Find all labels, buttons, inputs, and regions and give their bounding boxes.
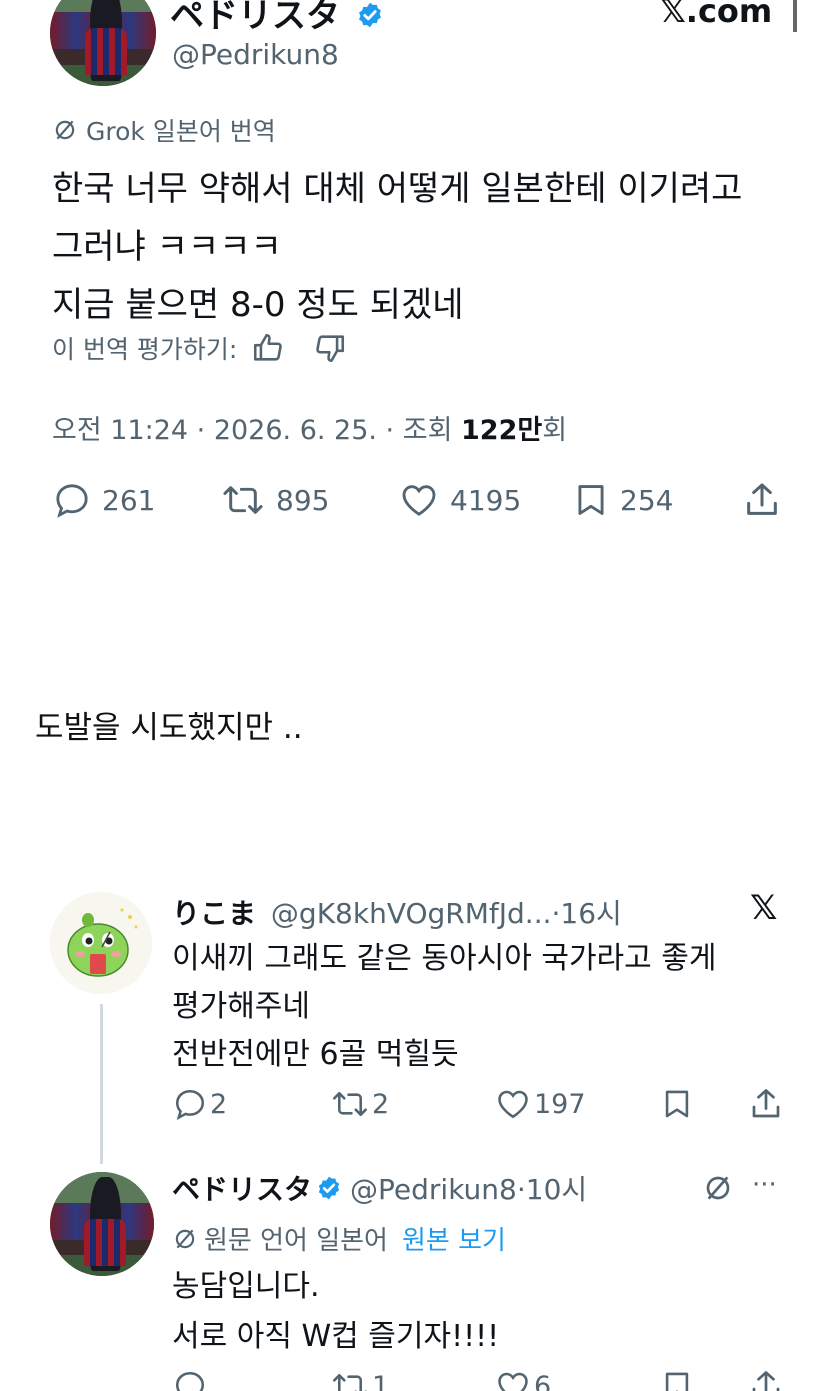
translation-label: Grok 일본어 번역 (52, 112, 276, 148)
view-suffix: 회 (542, 415, 568, 446)
avatar[interactable] (50, 1172, 154, 1276)
avatar[interactable] (50, 892, 152, 994)
reply-icon (175, 1089, 205, 1121)
bookmark-icon (665, 1372, 689, 1391)
translate-icon[interactable] (702, 1172, 734, 1204)
heart-icon (498, 1090, 528, 1119)
translation-label-text: Grok 일본어 번역 (86, 117, 276, 146)
share-icon (747, 483, 777, 515)
more-options-button[interactable]: ··· (752, 1170, 777, 1200)
reply-line: 평가해주네 (172, 989, 310, 1024)
avatar[interactable] (50, 0, 156, 86)
retweet-icon (333, 1092, 367, 1116)
caption: 도발을 시도했지만 .. (35, 710, 303, 746)
bookmark-button[interactable] (660, 1086, 694, 1122)
like-button[interactable]: 4195 (398, 480, 521, 520)
like-button[interactable]: 6 (494, 1368, 551, 1391)
like-count: 6 (534, 1370, 552, 1391)
bookmark-count: 254 (620, 483, 674, 517)
bookmark-icon (665, 1090, 689, 1118)
reply-button[interactable]: 2 (172, 1086, 227, 1122)
reply-line: 서로 아직 W컵 즐기자!!!! (172, 1319, 500, 1354)
rate-translation: 이 번역 평가하기: (52, 330, 347, 366)
bookmark-button[interactable]: 254 (572, 480, 673, 520)
reply-button[interactable]: 261 (52, 480, 155, 520)
reply-line: 이새끼 그래도 같은 동아시아 국가라고 좋게 (172, 941, 717, 976)
site-logo: 𝕏.com (660, 0, 773, 30)
reply-line: 전반전에만 6골 먹힐듯 (172, 1037, 459, 1072)
translate-icon (175, 1229, 195, 1248)
bookmark-icon (578, 485, 604, 515)
reply-header: りこま @gK8khVOgRMfJd...·16시 (172, 892, 622, 932)
bookmark-button[interactable] (660, 1368, 694, 1391)
like-button[interactable]: 197 (494, 1086, 586, 1122)
display-name-text: ペドリスタ (170, 0, 340, 36)
lang-label-text: 원문 언어 일본어 (204, 1226, 388, 1256)
tweet-line: 지금 붙으면 8-0 정도 되겠네 (52, 285, 464, 325)
reply-text: 농담입니다. 서로 아직 W컵 즐기자!!!! (172, 1262, 499, 1362)
reply-header: ペドリスタ @Pedrikun8·10시 (172, 1168, 587, 1208)
lang-label: 원문 언어 일본어 원본 보기 (172, 1220, 506, 1257)
retweet-button[interactable]: 1 (330, 1368, 389, 1391)
share-button[interactable] (748, 1368, 784, 1391)
divider (793, 0, 797, 32)
thread-line (100, 1004, 103, 1164)
tweet-line: 한국 너무 약해서 대체 어떻게 일본한테 이기려고 (52, 169, 743, 209)
share-icon (752, 1371, 780, 1391)
x-logo-icon: 𝕏 (750, 888, 778, 928)
retweet-icon (333, 1374, 367, 1391)
view-count: 122만 (461, 415, 543, 446)
reply-count: 261 (102, 483, 156, 517)
tweet-text: 한국 너무 약해서 대체 어떻게 일본한테 이기려고 그러냐 ㅋㅋㅋㅋ 지금 붙… (52, 160, 742, 334)
verified-badge-icon (318, 1176, 340, 1200)
handle-time[interactable]: @Pedrikun8·10시 (350, 1168, 587, 1208)
reply-icon (56, 484, 88, 518)
verified-badge-icon (358, 2, 381, 27)
retweet-icon (223, 486, 263, 514)
view-original-link[interactable]: 원본 보기 (402, 1220, 506, 1257)
share-button[interactable] (748, 1086, 784, 1122)
like-count: 197 (534, 1088, 586, 1120)
retweet-count: 1 (372, 1370, 390, 1391)
thumbs-down-icon[interactable] (313, 331, 347, 365)
handle-time[interactable]: @gK8khVOgRMfJd...·16시 (271, 897, 622, 930)
tweet-meta: 오전 11:24 · 2026. 6. 25. · 조회 122만회 (52, 408, 567, 447)
display-name[interactable]: ペドリスタ (170, 0, 384, 37)
display-name[interactable]: りこま (172, 897, 256, 930)
heart-icon (498, 1372, 528, 1391)
reply-text: 이새끼 그래도 같은 동아시아 국가라고 좋게 평가해주네 전반전에만 6골 먹… (172, 935, 716, 1079)
thumbs-up-icon[interactable] (251, 331, 285, 365)
share-button[interactable] (742, 480, 782, 520)
reply-icon (175, 1371, 205, 1391)
frog-avatar-icon (50, 892, 152, 994)
reply-button[interactable] (172, 1368, 208, 1391)
retweet-button[interactable]: 895 (220, 480, 329, 520)
reply-count: 2 (210, 1088, 228, 1120)
rate-label: 이 번역 평가하기: (52, 335, 238, 364)
tweet-line: 그러냐 ㅋㅋㅋㅋ (52, 227, 282, 267)
timestamp: 오전 11:24 · 2026. 6. 25. · 조회 (52, 415, 461, 446)
reply-line: 농담입니다. (172, 1269, 320, 1304)
retweet-count: 895 (276, 483, 330, 517)
display-name[interactable]: ペドリスタ (172, 1168, 312, 1208)
translate-icon (55, 120, 75, 140)
handle[interactable]: @Pedrikun8 (172, 38, 339, 71)
like-count: 4195 (450, 483, 522, 517)
retweet-count: 2 (372, 1088, 390, 1120)
share-icon (752, 1089, 780, 1118)
retweet-button[interactable]: 2 (330, 1086, 389, 1122)
heart-icon (402, 485, 436, 516)
